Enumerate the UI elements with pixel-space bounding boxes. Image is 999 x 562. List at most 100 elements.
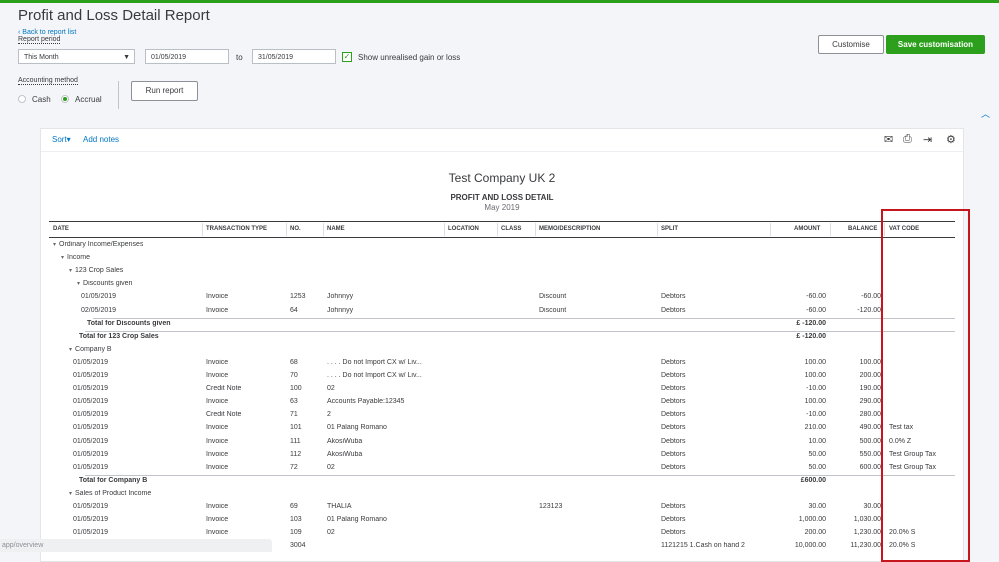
cell-split: Debtors xyxy=(661,372,686,379)
table-row[interactable]: 01/05/2019 Invoice 68 . . . . Do not Import… xyxy=(49,357,955,370)
cell-no: 71 xyxy=(290,411,298,419)
cell-date: 01/05/2019 xyxy=(73,529,109,537)
col-balance[interactable]: BALANCE xyxy=(848,226,877,232)
add-notes-link[interactable]: Add notes xyxy=(83,135,119,144)
to-label: to xyxy=(236,53,243,62)
cell-no: 101 xyxy=(290,424,302,432)
table-row[interactable]: 01/05/2019 Invoice 112 AkosiWuba Debtors 50.0… xyxy=(49,449,955,462)
cell-date: 01/05/2019 xyxy=(73,358,109,366)
col-date[interactable]: DATE xyxy=(53,226,69,232)
date-to-input[interactable]: 31/05/2019 xyxy=(252,49,336,64)
table-row[interactable]: 01/05/2019 Invoice 101 01 Palang Romano Debt… xyxy=(49,422,955,435)
divider xyxy=(118,81,119,109)
col-split[interactable]: SPLIT xyxy=(661,226,678,232)
cell-no: 72 xyxy=(290,463,298,471)
cell-balance: 280.00 xyxy=(859,411,881,419)
section-row: ▾ Sales of Product Income xyxy=(49,488,955,501)
cell-name: AkosiWuba xyxy=(327,450,363,458)
section-label-text: Company B xyxy=(75,345,112,353)
cell-no: 64 xyxy=(290,306,298,314)
caret-down-icon[interactable]: ▾ xyxy=(69,268,72,274)
cell-amount: 30.00 xyxy=(808,503,826,510)
section-label[interactable]: ▾ Ordinary Income/Expenses xyxy=(53,241,143,248)
section-label-text: Sales of Product Income xyxy=(75,489,152,497)
date-from-input[interactable]: 01/05/2019 xyxy=(145,49,229,64)
col-divider xyxy=(286,223,287,236)
section-row: ▾ Company B xyxy=(49,344,955,357)
cell-balance: 290.00 xyxy=(859,398,881,406)
cell-balance: 1,230.00 xyxy=(853,529,881,537)
accrual-label: Accrual xyxy=(75,95,102,104)
report-period-select[interactable]: This Month ▼ xyxy=(18,49,135,64)
cell-name: 02 xyxy=(327,385,335,393)
export-icon[interactable]: ⇥ xyxy=(923,133,932,146)
save-customisation-button[interactable]: Save customisation xyxy=(886,35,985,54)
print-icon[interactable]: ⎙ xyxy=(903,133,912,146)
cash-radio[interactable] xyxy=(18,95,26,103)
cell-amount: -10.00 xyxy=(806,411,826,419)
col-transaction-type[interactable]: TRANSACTION TYPE xyxy=(206,226,267,232)
section-label[interactable]: ▾ Sales of Product Income xyxy=(69,490,151,497)
section-label[interactable]: ▾ Company B xyxy=(69,346,112,353)
col-name[interactable]: NAME xyxy=(327,226,345,232)
cell-amount: 10.00 xyxy=(808,437,826,445)
cell-name: THALIA xyxy=(327,503,352,510)
cell-split: Debtors xyxy=(661,385,686,393)
cell-type: Invoice xyxy=(206,516,229,524)
report-header: Profit and Loss Detail Report ‹ Back to … xyxy=(0,3,999,119)
cell-amount: 100.00 xyxy=(804,372,826,379)
unrealised-gain-checkbox[interactable]: ✓ xyxy=(342,52,352,62)
col-memo[interactable]: MEMO/DESCRIPTION xyxy=(539,226,600,232)
col-class[interactable]: CLASS xyxy=(501,226,521,232)
cell-amount: 10,000.00 xyxy=(794,542,826,550)
table-row[interactable]: 01/05/2019 Credit Note 100 02 Debtors -10.00 1… xyxy=(49,383,955,396)
back-link-label: Back to report list xyxy=(22,29,77,36)
cell-balance: 500.00 xyxy=(859,437,881,445)
table-row[interactable]: 01/05/2019 Invoice 111 AkosiWuba Debtors 10.0… xyxy=(49,436,955,449)
customise-button[interactable]: Customise xyxy=(818,35,884,54)
unrealised-gain-label: Show unrealised gain or loss xyxy=(358,53,461,62)
cell-type: Credit Note xyxy=(206,411,242,419)
cell-split: Debtors xyxy=(661,398,686,406)
cell-amount: 50.00 xyxy=(808,450,826,458)
date-from-value: 01/05/2019 xyxy=(151,54,187,61)
col-amount[interactable]: AMOUNT xyxy=(794,226,820,232)
caret-down-icon[interactable]: ▾ xyxy=(69,347,72,353)
table-row[interactable]: 02/05/2019 Invoice 64 Johnnyy Discount Debtor… xyxy=(49,305,955,318)
cell-amount: -60.00 xyxy=(806,306,826,314)
cell-split: Debtors xyxy=(661,306,686,314)
back-to-report-list-link[interactable]: ‹ Back to report list xyxy=(18,29,76,36)
gear-icon[interactable]: ⚙ xyxy=(946,133,956,146)
cell-split: Debtors xyxy=(661,450,686,458)
accrual-radio[interactable] xyxy=(61,95,69,103)
section-label[interactable]: ▾ Discounts given xyxy=(77,280,132,287)
cell-type: Invoice xyxy=(206,306,229,314)
table-row[interactable]: 01/05/2019 Invoice 1253 Johnnyy Discount Debt… xyxy=(49,291,955,304)
chevron-up-icon[interactable]: ︿ xyxy=(981,107,990,120)
col-no[interactable]: NO. xyxy=(290,226,301,232)
section-label[interactable]: ▾ 123 Crop Sales xyxy=(69,267,123,274)
caret-down-icon[interactable]: ▾ xyxy=(69,491,72,497)
caret-down-icon[interactable]: ▾ xyxy=(53,242,56,248)
run-report-button[interactable]: Run report xyxy=(131,81,198,101)
email-icon[interactable]: ✉ xyxy=(884,133,893,146)
sort-dropdown[interactable]: Sort▾ xyxy=(52,135,71,144)
cell-date: 01/05/2019 xyxy=(73,424,109,432)
cell-no: 63 xyxy=(290,398,298,406)
table-row[interactable]: 01/05/2019 Credit Note 71 2 Debtors -10.00 280… xyxy=(49,409,955,422)
cash-label: Cash xyxy=(32,95,51,104)
page-title: Profit and Loss Detail Report xyxy=(18,7,210,24)
table-row[interactable]: 01/05/2019 Invoice 63 Accounts Payable:1234… xyxy=(49,396,955,409)
table-row[interactable]: 01/05/2019 Invoice 70 . . . . Do not Import… xyxy=(49,370,955,383)
caret-down-icon[interactable]: ▾ xyxy=(61,255,64,261)
table-row[interactable]: 01/05/2019 Invoice 103 01 Palang Romano Debt… xyxy=(49,514,955,527)
cell-type: Invoice xyxy=(206,293,229,301)
section-label[interactable]: ▾ Income xyxy=(61,254,90,261)
cell-date: 01/05/2019 xyxy=(73,372,109,379)
table-row[interactable]: 01/05/2019 Invoice 69 THALIA 123123 Debtors 30… xyxy=(49,501,955,514)
table-row[interactable]: 01/05/2019 Invoice 72 02 Debtors 50.00 600.00 T… xyxy=(49,462,955,475)
cell-no: 112 xyxy=(290,450,302,458)
col-location[interactable]: LOCATION xyxy=(448,226,479,232)
cell-name: Accounts Payable:12345 xyxy=(327,398,405,406)
caret-down-icon[interactable]: ▾ xyxy=(77,281,80,287)
